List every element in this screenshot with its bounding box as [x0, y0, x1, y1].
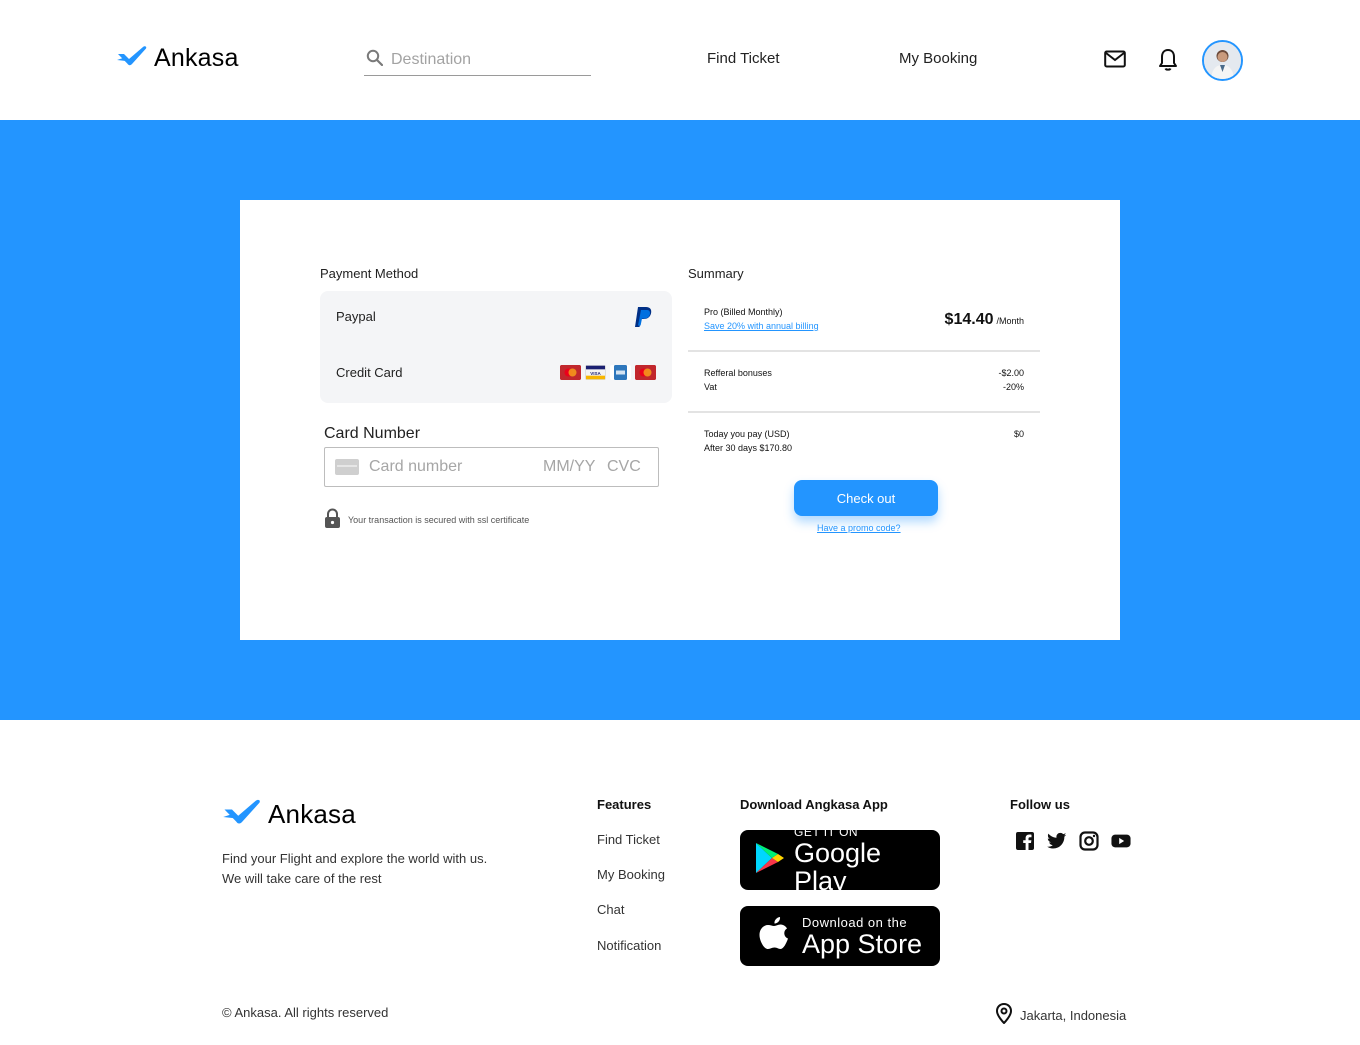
download-title: Download Angkasa App	[740, 797, 888, 812]
paypal-icon	[633, 306, 653, 335]
order-summary: Summary Pro (Billed Monthly) Save 20% wi…	[688, 200, 1040, 640]
expiry-input[interactable]	[543, 458, 601, 476]
footer-link-notification[interactable]: Notification	[597, 938, 661, 953]
features-title: Features	[597, 797, 652, 812]
summary-divider	[688, 411, 1040, 413]
google-play-button[interactable]: GET IT ON Google Play	[740, 825, 940, 895]
social-links	[1015, 831, 1131, 851]
nav-my-booking[interactable]: My Booking	[899, 50, 977, 67]
app-store-big: App Store	[802, 928, 923, 959]
after-30-days-label: After 30 days $170.80	[704, 443, 793, 453]
referral-value: -$2.00	[998, 368, 1024, 378]
footer-brand-logo[interactable]: Ankasa	[222, 797, 356, 832]
map-pin-icon	[995, 1002, 1013, 1027]
annual-billing-link[interactable]: Save 20% with annual billing	[704, 321, 819, 331]
tagline-line: Find your Flight and explore the world w…	[222, 851, 488, 866]
lock-icon	[324, 508, 341, 531]
plan-name: Pro (Billed Monthly)	[704, 307, 783, 317]
nav-find-ticket[interactable]: Find Ticket	[707, 50, 780, 67]
today-pay-label: Today you pay (USD)	[704, 429, 790, 439]
payment-section: Payment Method Paypal Credit Card VISA C…	[0, 120, 1360, 720]
summary-title: Summary	[688, 266, 744, 281]
checkout-button[interactable]: Check out	[794, 480, 938, 516]
promo-code-link[interactable]: Have a promo code?	[817, 523, 901, 533]
google-play-big: Google Play	[794, 838, 882, 896]
tagline-line: We will take care of the rest	[222, 871, 382, 886]
card-icon	[335, 459, 359, 475]
payment-method-title: Payment Method	[320, 266, 419, 281]
plan-price: $14.40 /Month	[945, 311, 1024, 329]
location-text: Jakarta, Indonesia	[1020, 1007, 1127, 1023]
follow-title: Follow us	[1010, 797, 1070, 812]
plane-icon	[116, 44, 148, 73]
svg-text:VISA: VISA	[590, 371, 601, 376]
bell-icon[interactable]	[1158, 48, 1178, 72]
top-header: Ankasa Find Ticket My Booking	[0, 0, 1360, 120]
visa-icon: VISA	[585, 365, 606, 380]
ssl-text: Your transaction is secured with ssl cer…	[348, 514, 530, 525]
destination-input[interactable]	[391, 51, 581, 69]
vat-label: Vat	[704, 382, 717, 392]
facebook-icon[interactable]	[1015, 831, 1035, 851]
user-avatar[interactable]	[1202, 40, 1243, 81]
mastercard-icon	[635, 365, 656, 380]
twitter-icon[interactable]	[1047, 831, 1067, 851]
summary-divider	[688, 350, 1040, 352]
amex-icon	[610, 365, 631, 380]
destination-search[interactable]	[364, 45, 591, 76]
brand-logo[interactable]: Ankasa	[116, 44, 239, 73]
google-play-icon	[754, 841, 786, 880]
method-credit-card[interactable]: Credit Card	[336, 365, 402, 380]
price-unit: /Month	[996, 316, 1024, 326]
instagram-icon[interactable]	[1079, 831, 1099, 851]
cvc-input[interactable]	[607, 458, 653, 476]
ssl-notice: Your transaction is secured with ssl cer…	[324, 508, 529, 531]
plane-icon	[222, 797, 262, 832]
vat-value: -20%	[1002, 382, 1024, 392]
brand-name: Ankasa	[154, 44, 239, 72]
price-amount: $14.40	[944, 311, 994, 328]
footer-link-chat[interactable]: Chat	[597, 902, 624, 917]
apple-icon	[758, 916, 790, 957]
card-number-input[interactable]	[369, 458, 533, 476]
google-play-small: GET IT ON	[794, 825, 859, 839]
location: Jakarta, Indonesia	[995, 1002, 1127, 1027]
copyright-text: © Ankasa. All rights reserved	[222, 1005, 389, 1020]
app-store-button[interactable]: Download on the App Store	[740, 906, 940, 966]
today-pay-value: $0	[1013, 429, 1024, 439]
payment-method-list: Paypal Credit Card VISA	[320, 291, 672, 403]
card-brand-logos: VISA	[560, 365, 656, 380]
card-number-field[interactable]	[324, 447, 659, 487]
mastercard-icon	[560, 365, 581, 380]
referral-label: Refferal bonuses	[704, 368, 772, 378]
footer-link-find-ticket[interactable]: Find Ticket	[597, 832, 660, 847]
brand-name: Ankasa	[268, 799, 356, 829]
footer-link-my-booking[interactable]: My Booking	[597, 867, 665, 882]
method-paypal[interactable]: Paypal	[336, 309, 376, 324]
footer-tagline: Find your Flight and explore the world w…	[222, 849, 542, 889]
app-store-small: Download on the	[802, 914, 908, 930]
payment-card: Payment Method Paypal Credit Card VISA C…	[240, 200, 1120, 640]
card-number-label: Card Number	[324, 425, 421, 442]
search-icon	[366, 49, 384, 71]
youtube-icon[interactable]	[1111, 831, 1131, 851]
mail-icon[interactable]	[1104, 50, 1126, 68]
